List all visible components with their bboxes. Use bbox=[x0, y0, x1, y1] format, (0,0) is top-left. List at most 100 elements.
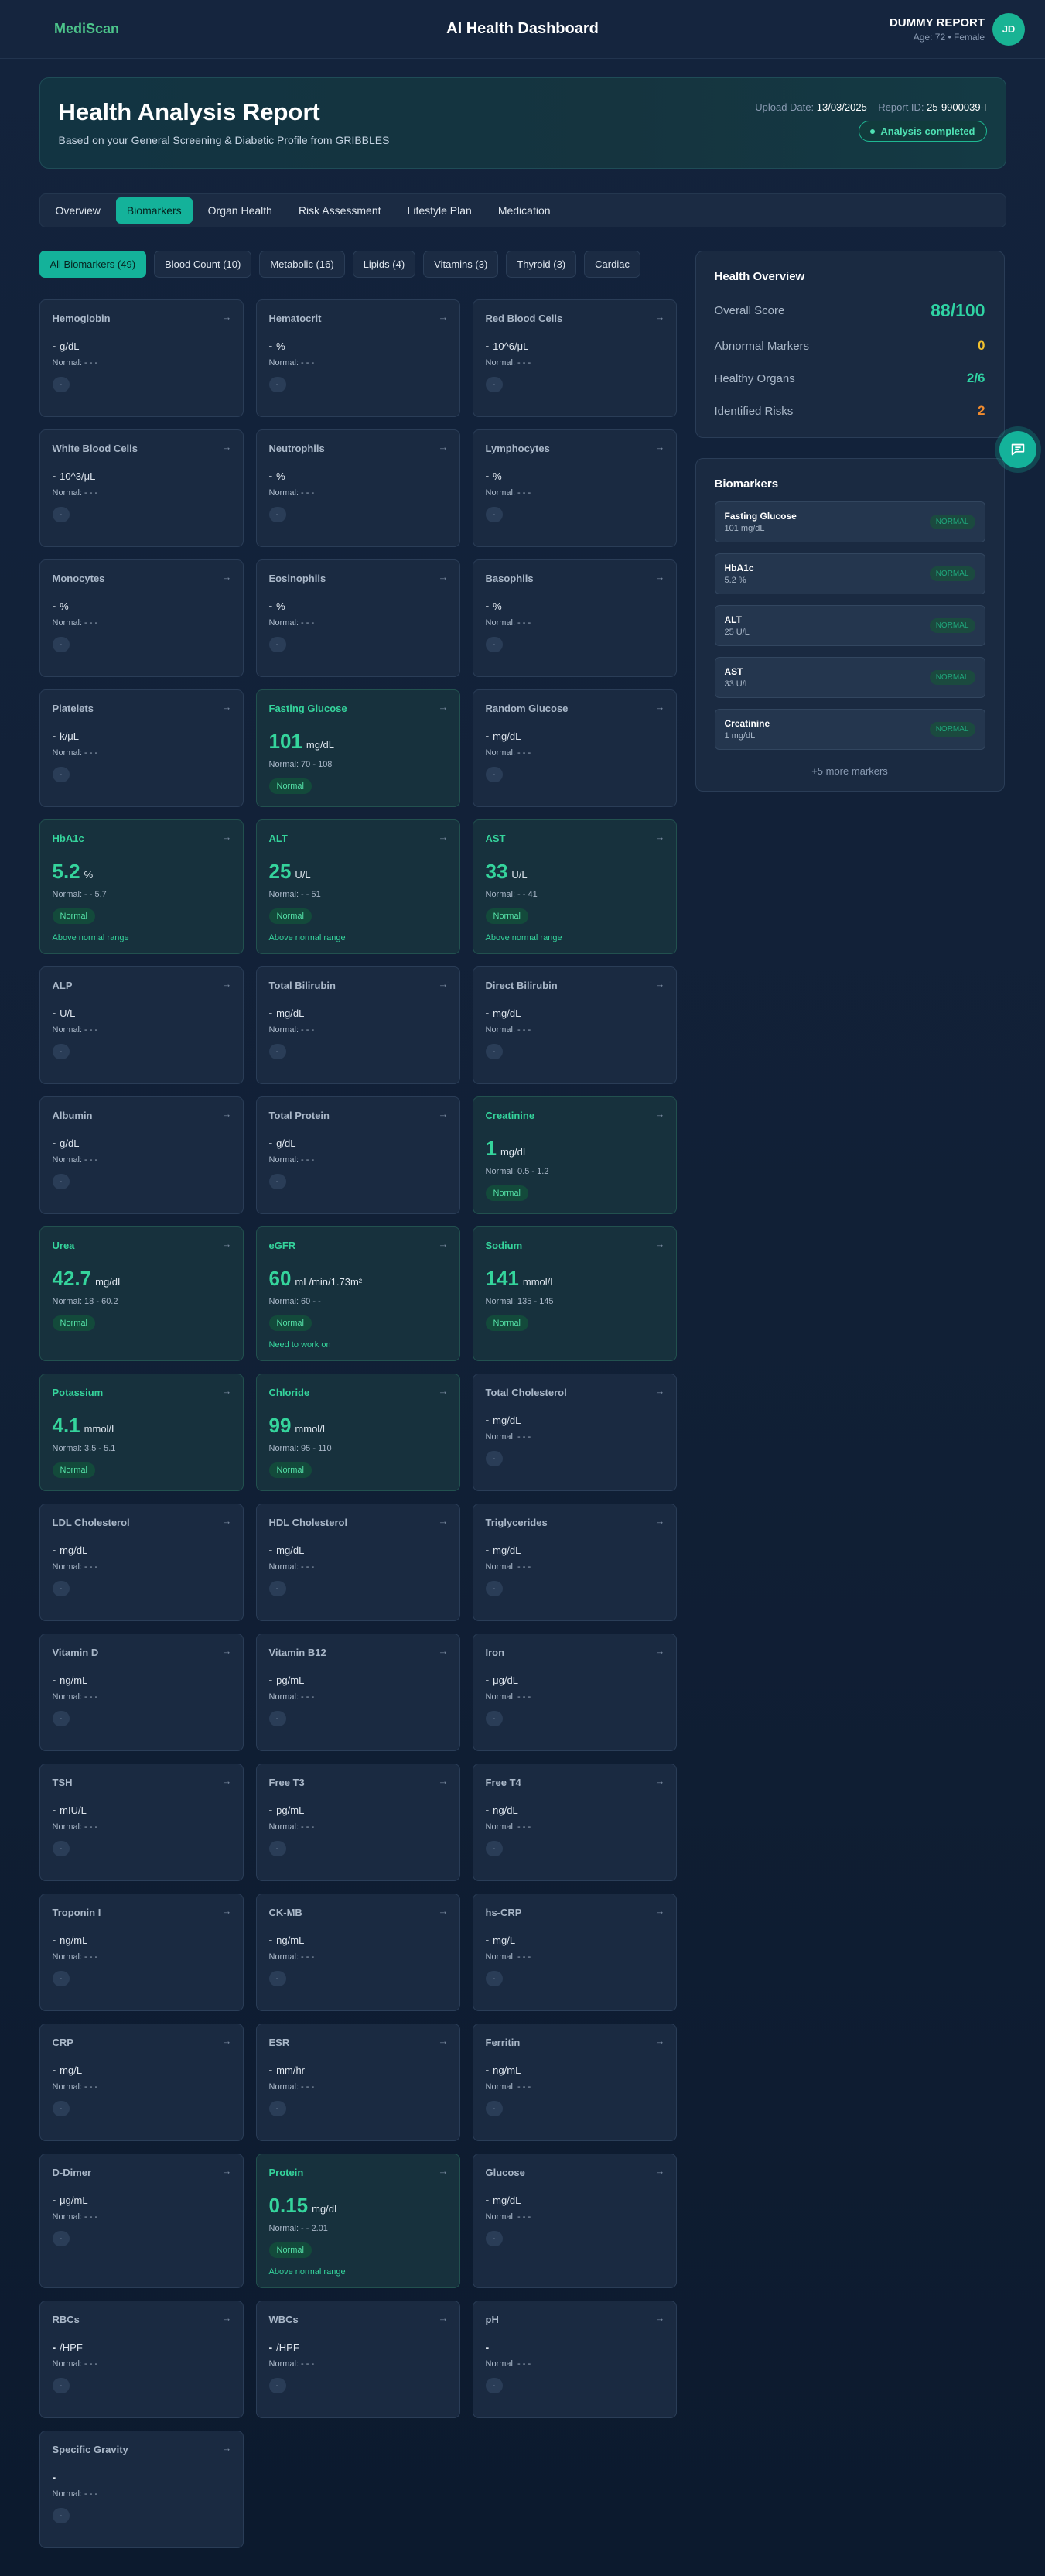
tab-risk-assessment[interactable]: Risk Assessment bbox=[288, 197, 392, 224]
range-note: Above normal range bbox=[485, 933, 562, 942]
biomarker-card[interactable]: Total Cholesterol → - mg/dL Normal: - - -- bbox=[472, 1374, 677, 1491]
biomarker-card[interactable]: eGFR → 60 mL/min/1.73m² Normal: 60 - - Normal… bbox=[255, 1226, 460, 1361]
chat-button[interactable] bbox=[999, 431, 1036, 468]
filter-chip[interactable]: Thyroid (3) bbox=[506, 251, 577, 278]
value-unit: % bbox=[276, 600, 285, 612]
biomarker-list-item[interactable]: Fasting Glucose 101 mg/dL NORMAL bbox=[714, 501, 985, 542]
value-number: - bbox=[485, 1007, 490, 1019]
biomarker-item-name: HbA1c bbox=[724, 563, 754, 573]
biomarker-card[interactable]: Platelets → - k/μL Normal: - - -- bbox=[39, 689, 244, 807]
tab-biomarkers[interactable]: Biomarkers bbox=[115, 197, 193, 224]
biomarkers-summary-panel: Biomarkers Fasting Glucose 101 mg/dL NORMA… bbox=[695, 458, 1005, 792]
filter-chip[interactable]: Vitamins (3) bbox=[423, 251, 499, 278]
biomarker-card[interactable]: LDL Cholesterol → - mg/dL Normal: - - -- bbox=[39, 1504, 244, 1621]
biomarker-value: - ng/mL bbox=[269, 1934, 447, 1946]
biomarker-card[interactable]: ALT → 25 U/L Normal: - - 51 Normal Above norma… bbox=[255, 819, 460, 954]
overview-label: Identified Risks bbox=[714, 404, 794, 418]
biomarker-card[interactable]: TSH → - mIU/L Normal: - - -- bbox=[39, 1764, 244, 1881]
biomarker-list-item[interactable]: ALT 25 U/L NORMAL bbox=[714, 605, 985, 646]
filter-chip[interactable]: All Biomarkers (49) bbox=[39, 251, 147, 278]
biomarker-card[interactable]: Creatinine → 1 mg/dL Normal: 0.5 - 1.2 Normal bbox=[472, 1096, 677, 1214]
value-number: - bbox=[485, 1934, 490, 1946]
biomarker-card[interactable]: Random Glucose → - mg/dL Normal: - - -- bbox=[472, 689, 677, 807]
biomarker-card[interactable]: Potassium → 4.1 mmol/L Normal: 3.5 - 5.1 Norm… bbox=[39, 1374, 244, 1491]
biomarker-card[interactable]: D-Dimer → - μg/mL Normal: - - -- bbox=[39, 2154, 244, 2288]
biomarker-card[interactable]: Glucose → - mg/dL Normal: - - -- bbox=[472, 2154, 677, 2288]
biomarker-card[interactable]: Hematocrit → -% Normal: - - - - bbox=[255, 299, 460, 417]
biomarker-card[interactable]: Eosinophils → -% Normal: - - - - bbox=[255, 559, 460, 677]
value-unit: μg/dL bbox=[493, 1675, 518, 1686]
normal-range: Normal: - - - bbox=[52, 2212, 98, 2222]
biomarker-card[interactable]: Basophils → -% Normal: - - - - bbox=[472, 559, 677, 677]
value-number: - bbox=[268, 1804, 273, 1816]
biomarker-card[interactable]: White Blood Cells → -10^3/μL Normal: - - -- bbox=[39, 429, 244, 547]
biomarker-card[interactable]: Triglycerides → - mg/dL Normal: - - -- bbox=[472, 1504, 677, 1621]
biomarker-card[interactable]: Specific Gravity → - Normal: - - - - bbox=[39, 2431, 244, 2548]
biomarker-card[interactable]: WBCs → -/HPF Normal: - - -- bbox=[255, 2301, 460, 2418]
biomarker-card[interactable]: Monocytes → -% Normal: - - - - bbox=[39, 559, 244, 677]
biomarker-card[interactable]: pH → - Normal: - - - - bbox=[472, 2301, 677, 2418]
biomarker-card[interactable]: Neutrophils → -% Normal: - - - - bbox=[255, 429, 460, 547]
overview-label: Healthy Organs bbox=[714, 371, 795, 385]
tab-overview[interactable]: Overview bbox=[45, 197, 111, 224]
biomarker-card[interactable]: HbA1c → 5.2% Normal: - - 5.7 Normal Above nor… bbox=[39, 819, 244, 954]
biomarker-card[interactable]: Ferritin → - ng/mL Normal: - - -- bbox=[472, 2024, 677, 2141]
status-text: Analysis completed bbox=[880, 125, 975, 137]
biomarker-card[interactable]: Free T3 → - pg/mL Normal: - - -- bbox=[255, 1764, 460, 1881]
biomarker-card[interactable]: hs-CRP → - mg/L Normal: - - -- bbox=[472, 1894, 677, 2011]
biomarker-card[interactable]: ESR → - mm/hr Normal: - - -- bbox=[255, 2024, 460, 2141]
biomarker-card[interactable]: ALP → - U/L Normal: - - -- bbox=[39, 966, 244, 1084]
biomarker-card[interactable]: Red Blood Cells → -10^6/μL Normal: - - -- bbox=[472, 299, 677, 417]
biomarker-card[interactable]: Albumin → - g/dL Normal: - - -- bbox=[39, 1096, 244, 1214]
normal-range: Normal: - - - bbox=[268, 1822, 315, 1832]
biomarker-card[interactable]: Hemoglobin → - g/dL Normal: - - -- bbox=[39, 299, 244, 417]
biomarker-card[interactable]: Fasting Glucose → 101 mg/dL Normal: 70 - 108… bbox=[255, 689, 460, 807]
value-unit: ng/mL bbox=[60, 1675, 88, 1686]
filter-chip[interactable]: Metabolic (16) bbox=[259, 251, 345, 278]
tab-lifestyle-plan[interactable]: Lifestyle Plan bbox=[397, 197, 483, 224]
biomarker-card[interactable]: Protein → 0.15 mg/dL Normal: - - 2.01 Normal A… bbox=[255, 2154, 460, 2288]
biomarker-card[interactable]: Direct Bilirubin → - mg/dL Normal: - - -- bbox=[472, 966, 677, 1084]
biomarker-list-item[interactable]: Creatinine 1 mg/dL NORMAL bbox=[714, 709, 985, 750]
biomarker-value: - k/μL bbox=[53, 730, 231, 742]
biomarker-card[interactable]: Lymphocytes → -% Normal: - - - - bbox=[472, 429, 677, 547]
biomarker-card[interactable]: CK-MB → - ng/mL Normal: - - -- bbox=[255, 1894, 460, 2011]
biomarker-card[interactable]: Vitamin D → - ng/mL Normal: - - -- bbox=[39, 1634, 244, 1751]
biomarker-list-item[interactable]: HbA1c 5.2 % NORMAL bbox=[714, 553, 985, 594]
tab-organ-health[interactable]: Organ Health bbox=[197, 197, 283, 224]
arrow-right-icon: → bbox=[654, 978, 665, 990]
arrow-right-icon: → bbox=[438, 311, 449, 323]
biomarker-card[interactable]: Total Bilirubin → - mg/dL Normal: - - -- bbox=[255, 966, 460, 1084]
biomarker-card[interactable]: RBCs → -/HPF Normal: - - -- bbox=[39, 2301, 244, 2418]
biomarker-card[interactable]: Urea → 42.7 mg/dL Normal: 18 - 60.2 Normal bbox=[39, 1226, 244, 1361]
value-number: - bbox=[52, 1007, 56, 1019]
biomarker-card[interactable]: Sodium → 141 mmol/L Normal: 135 - 145 Normal bbox=[472, 1226, 677, 1361]
tab-medication[interactable]: Medication bbox=[487, 197, 562, 224]
user-menu[interactable]: DUMMY REPORT Age: 72 • Female JD bbox=[890, 12, 1025, 46]
biomarker-card[interactable]: AST → 33 U/L Normal: - - 41 Normal Above norma… bbox=[472, 819, 677, 954]
more-markers-link[interactable]: +5 more markers bbox=[715, 765, 985, 777]
avatar[interactable]: JD bbox=[992, 12, 1025, 46]
biomarker-value: - mg/dL bbox=[269, 1544, 447, 1556]
biomarker-item-value: 1 mg/dL bbox=[724, 731, 756, 741]
value-unit: % bbox=[493, 600, 502, 612]
biomarker-card[interactable]: Troponin I → - ng/mL Normal: - - -- bbox=[39, 1894, 244, 2011]
biomarker-card[interactable]: HDL Cholesterol → - mg/dL Normal: - - -- bbox=[255, 1504, 460, 1621]
biomarker-card[interactable]: CRP → - mg/L Normal: - - -- bbox=[39, 2024, 244, 2141]
app-logo[interactable]: MediScan bbox=[54, 21, 119, 37]
filter-chip[interactable]: Cardiac bbox=[584, 251, 640, 278]
filter-chip[interactable]: Blood Count (10) bbox=[154, 251, 252, 278]
biomarker-card[interactable]: Free T4 → - ng/dL Normal: - - -- bbox=[472, 1764, 677, 1881]
report-meta: Upload Date: 13/03/2025 Report ID: 25-99… bbox=[755, 101, 987, 142]
biomarkers-summary-title: Biomarkers bbox=[714, 477, 779, 491]
status-badge: Analysis completed bbox=[859, 121, 987, 142]
range-note: Above normal range bbox=[52, 933, 129, 942]
biomarker-card[interactable]: Total Protein → - g/dL Normal: - - -- bbox=[255, 1096, 460, 1214]
biomarker-list-item[interactable]: AST 33 U/L NORMAL bbox=[714, 657, 985, 698]
biomarker-card[interactable]: Iron → - μg/dL Normal: - - -- bbox=[472, 1634, 677, 1751]
value-unit: /HPF bbox=[60, 2342, 83, 2353]
filter-chip[interactable]: Lipids (4) bbox=[352, 251, 416, 278]
value-unit: mg/dL bbox=[60, 1545, 88, 1556]
biomarker-card[interactable]: Chloride → 99 mmol/L Normal: 95 - 110 Normal bbox=[255, 1374, 460, 1491]
biomarker-card[interactable]: Vitamin B12 → - pg/mL Normal: - - -- bbox=[255, 1634, 460, 1751]
